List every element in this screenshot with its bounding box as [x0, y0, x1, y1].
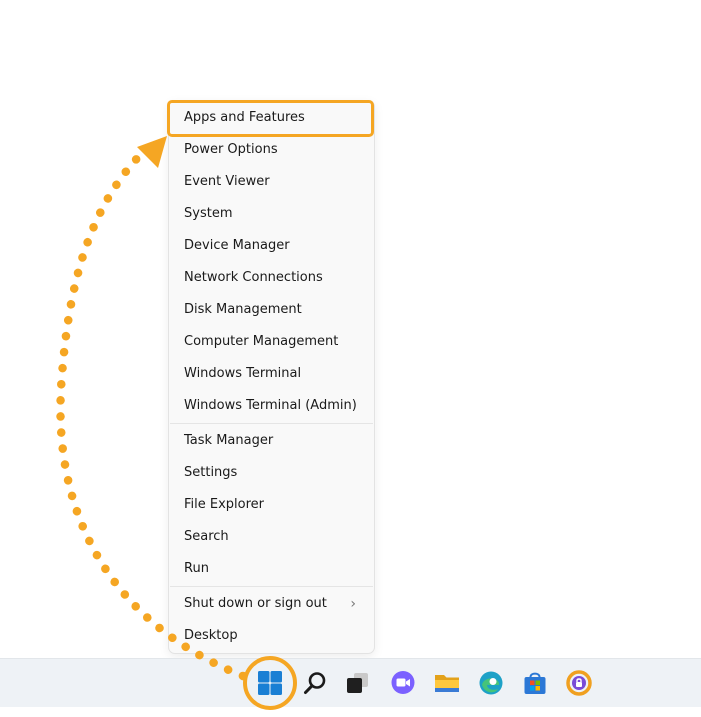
arrow-head-icon [137, 136, 167, 168]
menu-item-desktop[interactable]: Desktop [184, 622, 364, 650]
menu-item-system[interactable]: System [184, 200, 364, 228]
menu-separator [170, 423, 373, 424]
menu-item-windows-terminal-admin[interactable]: Windows Terminal (Admin) [184, 392, 364, 420]
menu-item-settings[interactable]: Settings [184, 459, 364, 487]
security-app-icon[interactable] [565, 669, 593, 697]
menu-item-file-explorer[interactable]: File Explorer [184, 491, 364, 519]
task-view-icon[interactable] [344, 669, 372, 697]
menu-item-event-viewer[interactable]: Event Viewer [184, 168, 364, 196]
menu-item-disk-management[interactable]: Disk Management [184, 296, 364, 324]
taskbar [0, 658, 701, 707]
menu-item-search[interactable]: Search [184, 523, 364, 551]
menu-item-power-options[interactable]: Power Options [184, 136, 364, 164]
chevron-right-icon: › [350, 596, 356, 612]
menu-item-windows-terminal[interactable]: Windows Terminal [184, 360, 364, 388]
menu-item-label: Shut down or sign out [184, 596, 327, 611]
menu-item-run[interactable]: Run [184, 555, 364, 583]
menu-separator [170, 586, 373, 587]
quick-link-context-menu: Apps and Features Power Options Event Vi… [168, 100, 375, 654]
menu-item-network-connections[interactable]: Network Connections [184, 264, 364, 292]
teams-chat-icon[interactable] [389, 669, 417, 697]
menu-item-shut-down-or-sign-out[interactable]: Shut down or sign out › [184, 590, 364, 618]
menu-item-device-manager[interactable]: Device Manager [184, 232, 364, 260]
start-icon[interactable] [256, 669, 284, 697]
highlight-box-apps-and-features [167, 100, 374, 137]
file-explorer-icon[interactable] [433, 669, 461, 697]
menu-item-computer-management[interactable]: Computer Management [184, 328, 364, 356]
menu-item-task-manager[interactable]: Task Manager [184, 427, 364, 455]
search-icon[interactable] [301, 669, 329, 697]
edge-icon[interactable] [477, 669, 505, 697]
store-icon[interactable] [521, 669, 549, 697]
